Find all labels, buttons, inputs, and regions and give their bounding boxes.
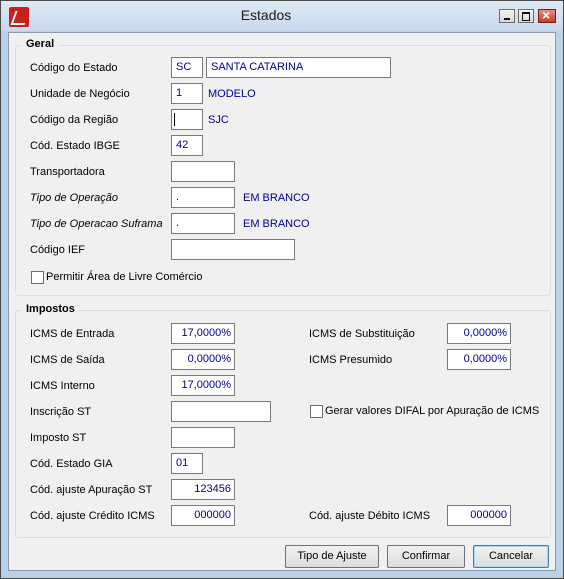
cod-ajuste-apuracao-st-label: Cód. ajuste Apuração ST: [30, 484, 153, 496]
imposto-st-label: Imposto ST: [30, 432, 87, 444]
cod-ajuste-debito-icms-input[interactable]: 000000: [447, 505, 511, 526]
maximize-icon[interactable]: [518, 9, 534, 23]
gerar-difal-label[interactable]: Gerar valores DIFAL por Apuração de ICMS: [325, 405, 539, 417]
confirmar-button[interactable]: Confirmar: [387, 545, 465, 568]
cod-ajuste-credito-icms-input[interactable]: 000000: [171, 505, 235, 526]
cod-estado-ibge-input[interactable]: 42: [171, 135, 203, 156]
impostos-group-title: Impostos: [22, 303, 79, 315]
cod-estado-gia-label: Cód. Estado GIA: [30, 458, 113, 470]
gerar-difal-checkbox[interactable]: [310, 405, 323, 418]
imposto-st-input[interactable]: [171, 427, 235, 448]
icms-interno-input[interactable]: 17,0000%: [171, 375, 235, 396]
close-icon[interactable]: [538, 7, 556, 23]
icms-saida-input[interactable]: 0,0000%: [171, 349, 235, 370]
cancelar-button[interactable]: Cancelar: [473, 545, 549, 568]
icms-substituicao-input[interactable]: 0,0000%: [447, 323, 511, 344]
icms-substituicao-label: ICMS de Substituição: [309, 328, 415, 340]
codigo-estado-label: Código do Estado: [30, 62, 118, 74]
cod-ajuste-apuracao-st-input[interactable]: 123456: [171, 479, 235, 500]
tipo-operacao-suframa-label: Tipo de Operacao Suframa: [30, 218, 163, 230]
dialog-window: Estados Geral Código do Estado SC SANTA …: [0, 0, 564, 579]
cod-estado-gia-input[interactable]: 01: [171, 453, 203, 474]
icms-entrada-input[interactable]: 17,0000%: [171, 323, 235, 344]
codigo-estado-input[interactable]: SC: [171, 57, 203, 78]
transportadora-label: Transportadora: [30, 166, 105, 178]
codigo-regiao-label: Código da Região: [30, 114, 119, 126]
livre-comercio-label[interactable]: Permitir Área de Livre Comércio: [46, 271, 203, 283]
codigo-ief-input[interactable]: [171, 239, 295, 260]
codigo-regiao-input[interactable]: [171, 109, 203, 130]
tipo-operacao-suframa-input[interactable]: .: [171, 213, 235, 234]
tipo-operacao-desc: EM BRANCO: [243, 192, 310, 204]
codigo-regiao-desc: SJC: [208, 114, 229, 126]
transportadora-input[interactable]: [171, 161, 235, 182]
icms-interno-label: ICMS Interno: [30, 380, 95, 392]
tipo-operacao-input[interactable]: .: [171, 187, 235, 208]
cod-estado-ibge-label: Cód. Estado IBGE: [30, 140, 120, 152]
unidade-negocio-input[interactable]: 1: [171, 83, 203, 104]
impostos-group: Impostos: [15, 303, 551, 538]
text-cursor: [174, 113, 175, 126]
inscricao-st-label: Inscrição ST: [30, 406, 92, 418]
window-title: Estados: [240, 7, 292, 23]
livre-comercio-checkbox[interactable]: [31, 271, 44, 284]
minimize-icon[interactable]: [499, 9, 515, 23]
inscricao-st-input[interactable]: [171, 401, 271, 422]
icms-saida-label: ICMS de Saída: [30, 354, 105, 366]
codigo-ief-label: Código IEF: [30, 244, 86, 256]
geral-group-title: Geral: [22, 38, 59, 50]
cod-ajuste-debito-icms-label: Cód. ajuste Débito ICMS: [309, 510, 431, 522]
unidade-negocio-label: Unidade de Negócio: [30, 88, 130, 100]
tipo-operacao-label: Tipo de Operação: [30, 192, 118, 204]
icms-presumido-input[interactable]: 0,0000%: [447, 349, 511, 370]
cod-ajuste-credito-icms-label: Cód. ajuste Crédito ICMS: [30, 510, 155, 522]
title-bar[interactable]: Estados: [1, 1, 563, 31]
tipo-operacao-suframa-desc: EM BRANCO: [243, 218, 310, 230]
dialog-body: Geral Código do Estado SC SANTA CATARINA…: [8, 32, 556, 571]
unidade-negocio-desc: MODELO: [208, 88, 256, 100]
estado-nome-field: SANTA CATARINA: [206, 57, 391, 78]
tipo-ajuste-button[interactable]: Tipo de Ajuste: [285, 545, 379, 568]
icms-entrada-label: ICMS de Entrada: [30, 328, 115, 340]
icms-presumido-label: ICMS Presumido: [309, 354, 393, 366]
